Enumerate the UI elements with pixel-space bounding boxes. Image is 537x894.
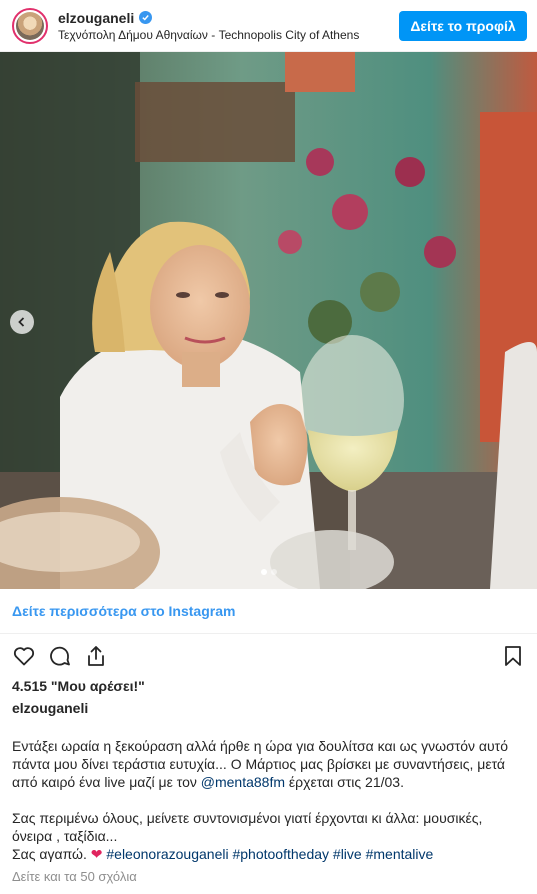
heart-emoji-icon: ❤: [90, 846, 103, 862]
caption-line: Σας περιμένω όλους, μείνετε συντονισμένο…: [12, 810, 483, 826]
post-photo[interactable]: [0, 52, 537, 589]
location-link[interactable]: Τεχνόπολη Δήμου Αθηναίων - Technopolis C…: [58, 28, 413, 42]
hashtag-link[interactable]: #live: [333, 846, 362, 862]
caption-line: πάντα μου δίνει τεράστια ευτυχία... Ο Μά…: [12, 756, 506, 772]
bookmark-icon[interactable]: [499, 642, 527, 670]
heart-icon[interactable]: [10, 642, 38, 670]
caption-line: Εντάξει ωραία η ξεκούραση αλλά ήρθε η ώρ…: [12, 738, 509, 754]
post-caption: Εντάξει ωραία η ξεκούραση αλλά ήρθε η ώρ…: [12, 737, 527, 863]
action-bar: [10, 642, 527, 670]
caption-line: όνειρα , ταξίδια...: [12, 828, 118, 844]
hashtag-link[interactable]: #photooftheday: [232, 846, 329, 862]
share-icon[interactable]: [82, 642, 110, 670]
post-header: elzouganeli Τεχνόπολη Δήμου Αθηναίων - T…: [0, 0, 537, 52]
likes-count[interactable]: 4.515 "Μου αρέσει!": [12, 678, 145, 694]
divider: [0, 633, 537, 634]
caption-line: Σας αγαπώ. ❤ #eleonorazouganeli #photoof…: [12, 846, 434, 862]
user-info: elzouganeli Τεχνόπολη Δήμου Αθηναίων - T…: [58, 10, 399, 42]
view-profile-button[interactable]: Δείτε το προφίλ: [399, 10, 527, 41]
username-link[interactable]: elzouganeli: [58, 10, 134, 26]
mention-link[interactable]: @menta88fm: [201, 774, 285, 790]
caption-username[interactable]: elzouganeli: [12, 700, 88, 716]
view-all-comments-link[interactable]: Δείτε και τα 50 σχόλια: [12, 869, 137, 884]
caption-line: από καιρό ένα live μαζί με τον @menta88f…: [12, 774, 404, 790]
hashtag-link[interactable]: #eleonorazouganeli: [106, 846, 228, 862]
carousel-dots: [0, 569, 537, 575]
hashtag-link[interactable]: #mentalive: [366, 846, 434, 862]
carousel-dot: [270, 569, 277, 575]
carousel-prev-button[interactable]: [10, 310, 34, 334]
comment-icon[interactable]: [46, 642, 74, 670]
photo-illustration: [0, 52, 537, 589]
carousel-dot: [260, 569, 267, 575]
chevron-left-icon: [18, 317, 25, 327]
view-more-on-instagram-link[interactable]: Δείτε περισσότερα στο Instagram: [12, 603, 235, 619]
avatar[interactable]: [12, 7, 48, 44]
verified-badge-icon: [139, 11, 153, 24]
